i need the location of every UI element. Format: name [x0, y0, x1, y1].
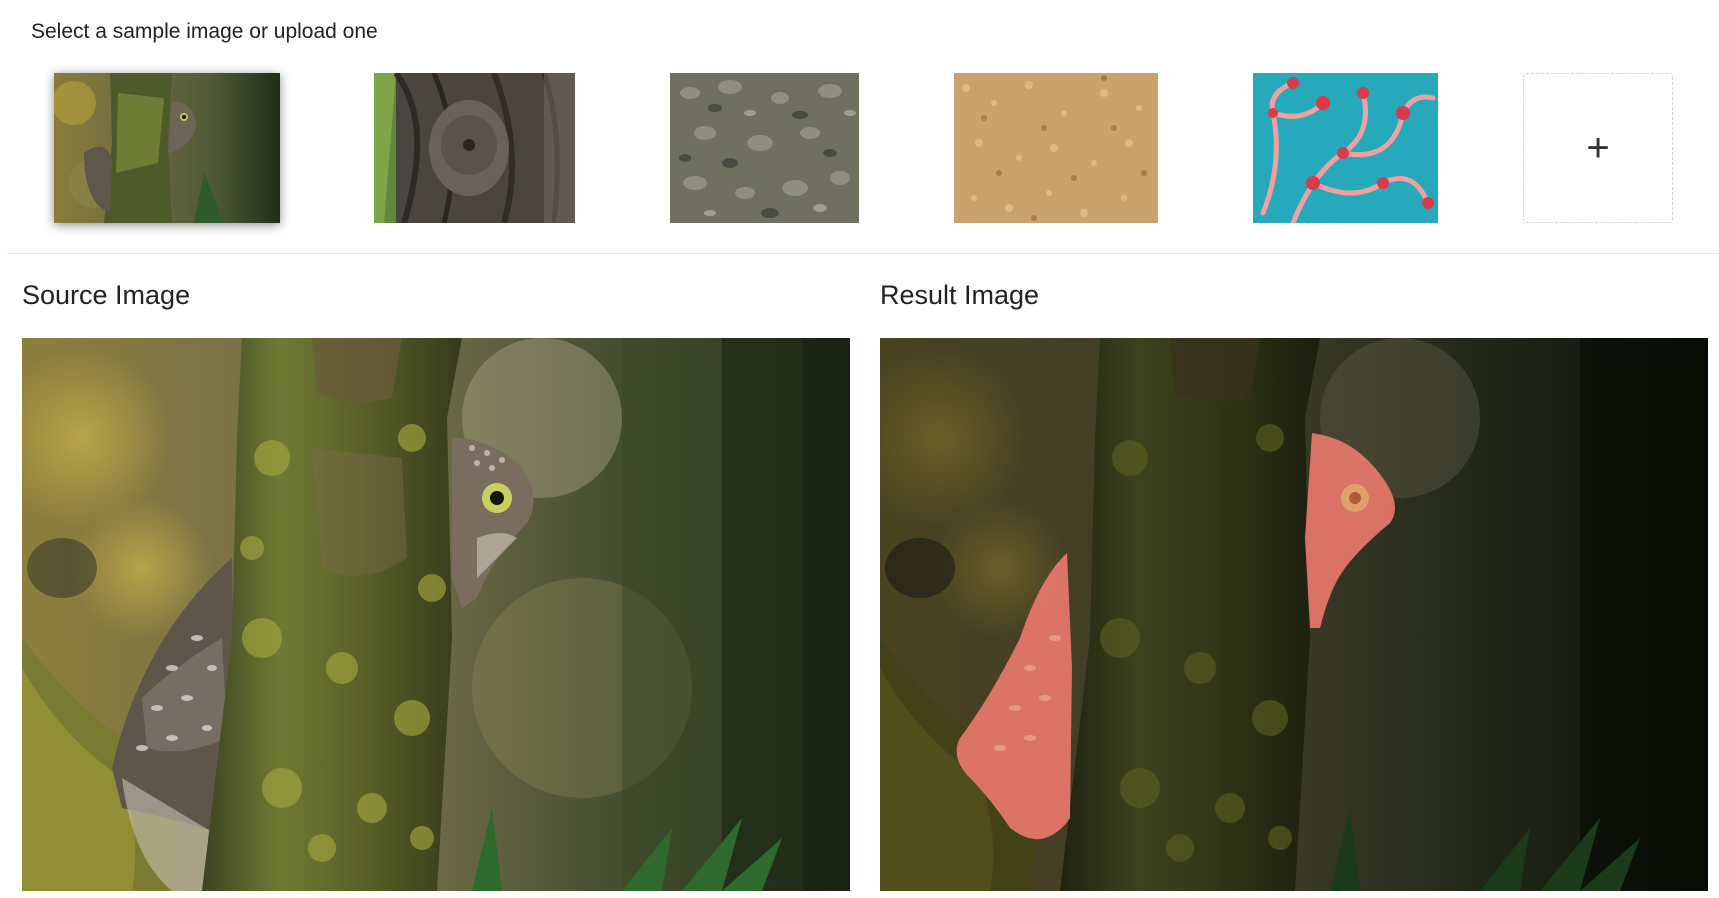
sand-thumbnail-image	[954, 73, 1158, 223]
result-image	[880, 338, 1708, 891]
source-image-title: Source Image	[22, 280, 191, 310]
sample-thumbnail-gravel[interactable]	[670, 73, 859, 223]
sample-thumbnail-bark-owl[interactable]	[374, 73, 575, 223]
sample-prompt-label: Select a sample image or upload one	[31, 20, 378, 43]
bark-owl-thumbnail-image	[374, 73, 575, 223]
plus-icon: +	[1586, 126, 1610, 170]
owl-thumbnail-image	[54, 73, 280, 223]
sample-thumbnail-coral[interactable]	[1253, 73, 1438, 223]
section-divider	[7, 253, 1719, 254]
result-image-title: Result Image	[880, 280, 1040, 310]
gravel-thumbnail-image	[670, 73, 859, 223]
sample-thumbnail-sand[interactable]	[954, 73, 1158, 223]
coral-thumbnail-image	[1253, 73, 1438, 223]
sample-thumbnail-owl[interactable]	[54, 73, 280, 223]
upload-image-button[interactable]: +	[1523, 73, 1673, 223]
source-image	[22, 338, 850, 891]
